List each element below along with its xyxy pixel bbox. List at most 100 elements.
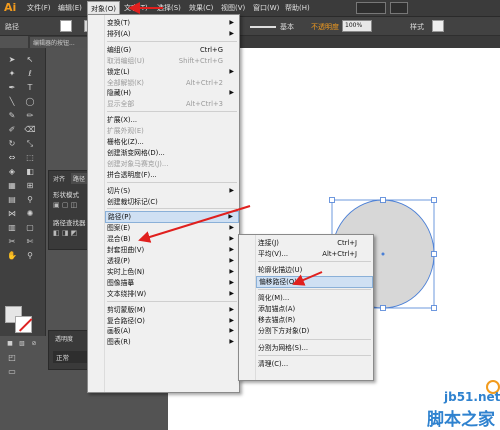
menu-item-label: 图案(E) xyxy=(107,224,131,233)
gradient-mode-icon[interactable]: ▧ xyxy=(16,338,28,349)
artboard-tool-icon[interactable]: ▢ xyxy=(24,222,36,233)
eyedropper-tool-icon[interactable]: ⚲ xyxy=(24,194,36,205)
object-menu-item[interactable]: 排列(A) ▶ xyxy=(105,28,239,40)
path-submenu-item[interactable]: 清理(C)... xyxy=(256,358,373,370)
eraser-tool-icon[interactable]: ⌫ xyxy=(24,124,36,135)
menu-item-label: 文本绕排(W) xyxy=(107,289,147,298)
path-submenu-item[interactable]: 平均(V)... Alt+Ctrl+J xyxy=(256,248,373,260)
menu-separator xyxy=(258,288,371,290)
hand-tool-icon[interactable]: ✋ xyxy=(6,250,18,261)
menu-effect[interactable]: 效果(C) xyxy=(189,3,213,13)
menu-item-label: 添加锚点(A) xyxy=(258,305,296,313)
menu-item-label: 创建对象马赛克(J)... xyxy=(107,159,169,168)
draw-mode-icon[interactable]: ◰ xyxy=(6,352,18,363)
width-tool-icon[interactable]: ⇔ xyxy=(6,152,18,163)
menu-separator xyxy=(107,300,237,302)
gradient-tool-icon[interactable]: ▤ xyxy=(6,194,18,205)
menu-file[interactable]: 文件(F) xyxy=(27,3,51,13)
menu-item-label: 透视(P) xyxy=(107,257,130,265)
menu-item-label: 分割为网格(S)... xyxy=(258,343,309,352)
perspective-grid-tool-icon[interactable]: ▦ xyxy=(6,180,18,191)
menu-item-label: 编组(G) xyxy=(107,45,132,54)
menu-item-label: 轮廓化描边(U) xyxy=(258,266,303,275)
none-mode-icon[interactable]: ⊘ xyxy=(28,338,40,349)
opacity-input[interactable]: 100% xyxy=(342,20,372,32)
paintbrush-tool-icon[interactable]: ✎ xyxy=(6,110,18,121)
submenu-arrow-icon: ▶ xyxy=(229,289,234,297)
mesh-tool-icon[interactable]: ⊞ xyxy=(24,180,36,191)
bridge-button[interactable] xyxy=(356,2,386,14)
opacity-label[interactable]: 不透明度 xyxy=(311,22,339,32)
menu-item-label: 画板(A) xyxy=(107,327,131,336)
path-submenu-item[interactable]: 分割为网格(S)... xyxy=(256,342,373,354)
color-mode-icon[interactable]: ■ xyxy=(4,338,16,349)
pen-tool-icon[interactable]: ✒ xyxy=(6,82,18,93)
blob-brush-tool-icon[interactable]: ✐ xyxy=(6,124,18,135)
object-menu-item: 显示全部 Alt+Ctrl+3 xyxy=(105,98,239,110)
scale-tool-icon[interactable]: ⤡ xyxy=(24,138,36,149)
direct-selection-tool-icon[interactable]: ↖ xyxy=(24,54,36,65)
menu-item-label: 平均(V)... xyxy=(258,250,289,259)
menu-separator xyxy=(258,338,371,340)
object-menu-item[interactable]: 文本绕排(W) ▶ xyxy=(105,288,239,300)
slice-tool-icon[interactable]: ✂ xyxy=(6,236,18,247)
menu-item-label: 移去锚点(R) xyxy=(258,316,296,325)
lasso-tool-icon[interactable]: ℓ xyxy=(24,68,36,79)
object-menu-item[interactable]: 拼合透明度(F)... xyxy=(105,169,239,181)
symbol-sprayer-tool-icon[interactable]: ✺ xyxy=(24,208,36,219)
zoom-tool-icon[interactable]: ⚲ xyxy=(24,250,36,261)
menu-item-label: 路径(P) xyxy=(108,213,131,222)
path-submenu-item[interactable]: 移去锚点(R) xyxy=(256,314,373,326)
menu-edit[interactable]: 编辑(E) xyxy=(58,3,82,13)
path-submenu-item[interactable]: 简化(M)... xyxy=(256,292,373,304)
menu-help[interactable]: 帮助(H) xyxy=(285,3,310,13)
screen-mode-icon[interactable]: ▭ xyxy=(6,366,18,377)
object-menu-item[interactable]: 图表(R) ▶ xyxy=(105,336,239,348)
control-bar: 路径 基本 不透明度 100% 样式 xyxy=(0,17,500,36)
submenu-arrow-icon: ▶ xyxy=(229,29,234,37)
menu-item-label: 清理(C)... xyxy=(258,359,289,368)
menu-separator xyxy=(258,354,371,356)
tab-transparency[interactable]: 透明度 xyxy=(53,333,75,344)
stroke-swatch[interactable] xyxy=(15,316,32,333)
path-submenu-item[interactable]: 偏移路径(O)... xyxy=(256,275,373,288)
path-submenu-item[interactable]: 添加锚点(A) xyxy=(256,303,373,315)
pencil-tool-icon[interactable]: ✏ xyxy=(24,110,36,121)
blend-tool-icon[interactable]: ⋈ xyxy=(6,208,18,219)
free-transform-tool-icon[interactable]: ⬚ xyxy=(24,152,36,163)
arrange-documents-button[interactable] xyxy=(390,2,408,14)
fill-color-control[interactable] xyxy=(60,20,72,32)
shape-builder-tool-icon[interactable]: ◈ xyxy=(6,166,18,177)
tab-align[interactable]: 对齐 xyxy=(51,173,67,184)
path-submenu-item[interactable]: 分割下方对象(D) xyxy=(256,325,373,337)
selection-tool-icon[interactable]: ➤ xyxy=(6,54,18,65)
menu-window[interactable]: 窗口(W) xyxy=(253,3,279,13)
blend-mode-select[interactable]: 正常 xyxy=(53,351,89,363)
magic-wand-tool-icon[interactable]: ✦ xyxy=(6,68,18,79)
tab-pathfinder[interactable]: 路径 xyxy=(71,173,88,184)
menu-item-label: 锁定(L) xyxy=(107,67,130,76)
menu-view[interactable]: 视图(V) xyxy=(221,3,245,13)
menu-object[interactable]: 对象(O) xyxy=(87,1,120,15)
graphic-style-picker[interactable] xyxy=(432,20,444,32)
type-tool-icon[interactable]: T xyxy=(24,82,36,93)
menu-item-label: 显示全部 xyxy=(107,100,135,109)
scissors-tool-icon[interactable]: ✄ xyxy=(24,236,36,247)
ellipse-tool-icon[interactable]: ◯ xyxy=(24,96,36,107)
menu-item-label: 排列(A) xyxy=(107,29,131,38)
menu-item-label: 复合路径(O) xyxy=(107,316,145,325)
line-tool-icon[interactable]: ╲ xyxy=(6,96,18,107)
menu-item-label: 隐藏(H) xyxy=(107,89,132,98)
tools-panel: ➤ ↖ ✦ ℓ ✒ T ╲ ◯ ✎ ✏ ✐ ⌫ ↻ ⤡ ⇔ ⬚ ◈ ◧ ▦ ⊞ … xyxy=(0,48,46,376)
path-submenu-item[interactable]: 连接(J) Ctrl+J xyxy=(256,237,373,249)
menu-select[interactable]: 选择(S) xyxy=(157,3,181,13)
object-menu-item[interactable]: 创建裁切标记(C) xyxy=(105,196,239,208)
menu-icon-gutter xyxy=(88,15,105,392)
stroke-style-label[interactable]: 基本 xyxy=(280,22,294,32)
path-submenu-item[interactable]: 轮廓化描边(U) xyxy=(256,264,373,276)
rotate-tool-icon[interactable]: ↻ xyxy=(6,138,18,149)
graph-tool-icon[interactable]: ▥ xyxy=(6,222,18,233)
live-paint-tool-icon[interactable]: ◧ xyxy=(24,166,36,177)
document-tab[interactable]: 编辑器的按钮... xyxy=(30,37,90,48)
menu-type[interactable]: 文字(T) xyxy=(124,3,148,13)
